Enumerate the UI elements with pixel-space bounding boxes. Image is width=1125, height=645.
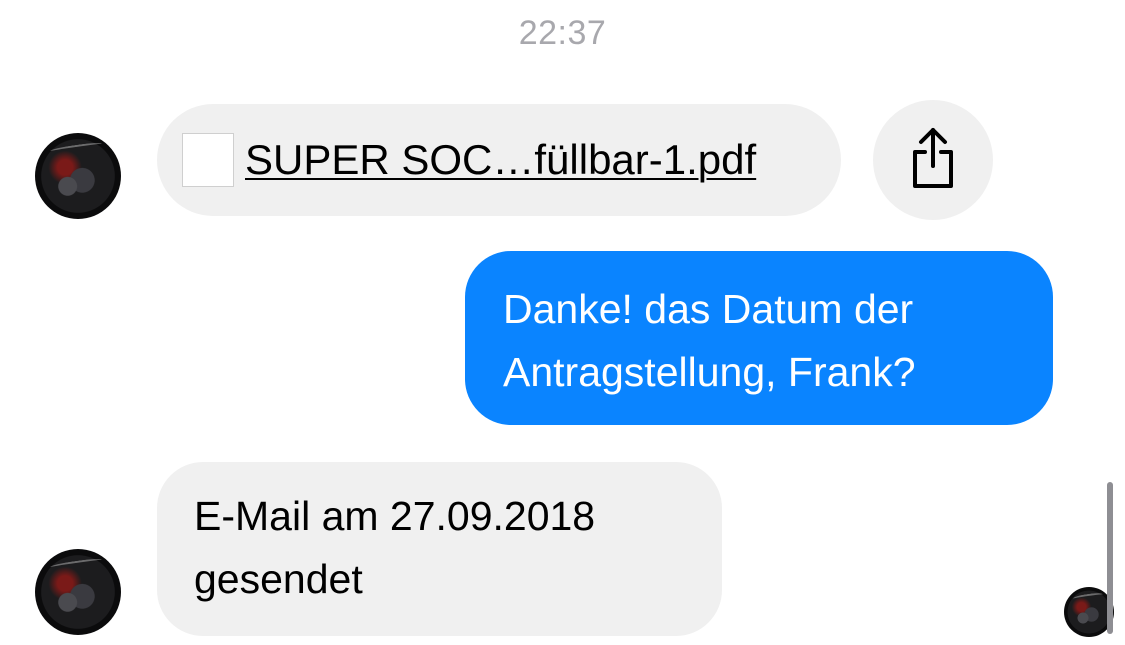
file-placeholder-icon	[182, 133, 234, 187]
message-text-line: gesendet	[194, 556, 363, 602]
contact-avatar[interactable]	[35, 549, 121, 635]
message-timestamp: 22:37	[518, 14, 607, 52]
message-text-line: E-Mail am 27.09.2018	[194, 493, 596, 539]
file-attachment-bubble[interactable]: SUPER SOC…füllbar-1.pdf	[157, 104, 841, 216]
file-name-link[interactable]: SUPER SOC…füllbar-1.pdf	[245, 134, 756, 186]
message-text-line: Antragstellung, Frank?	[503, 349, 916, 395]
outgoing-message-bubble[interactable]: Danke! das Datum der Antragstellung, Fra…	[465, 251, 1053, 425]
message-text-line: Danke! das Datum der	[503, 286, 914, 332]
share-icon	[913, 128, 953, 188]
scrollbar[interactable]	[1107, 482, 1113, 634]
share-button[interactable]	[873, 100, 993, 220]
contact-avatar[interactable]	[35, 133, 121, 219]
incoming-message-bubble[interactable]: E-Mail am 27.09.2018 gesendet	[157, 462, 722, 636]
